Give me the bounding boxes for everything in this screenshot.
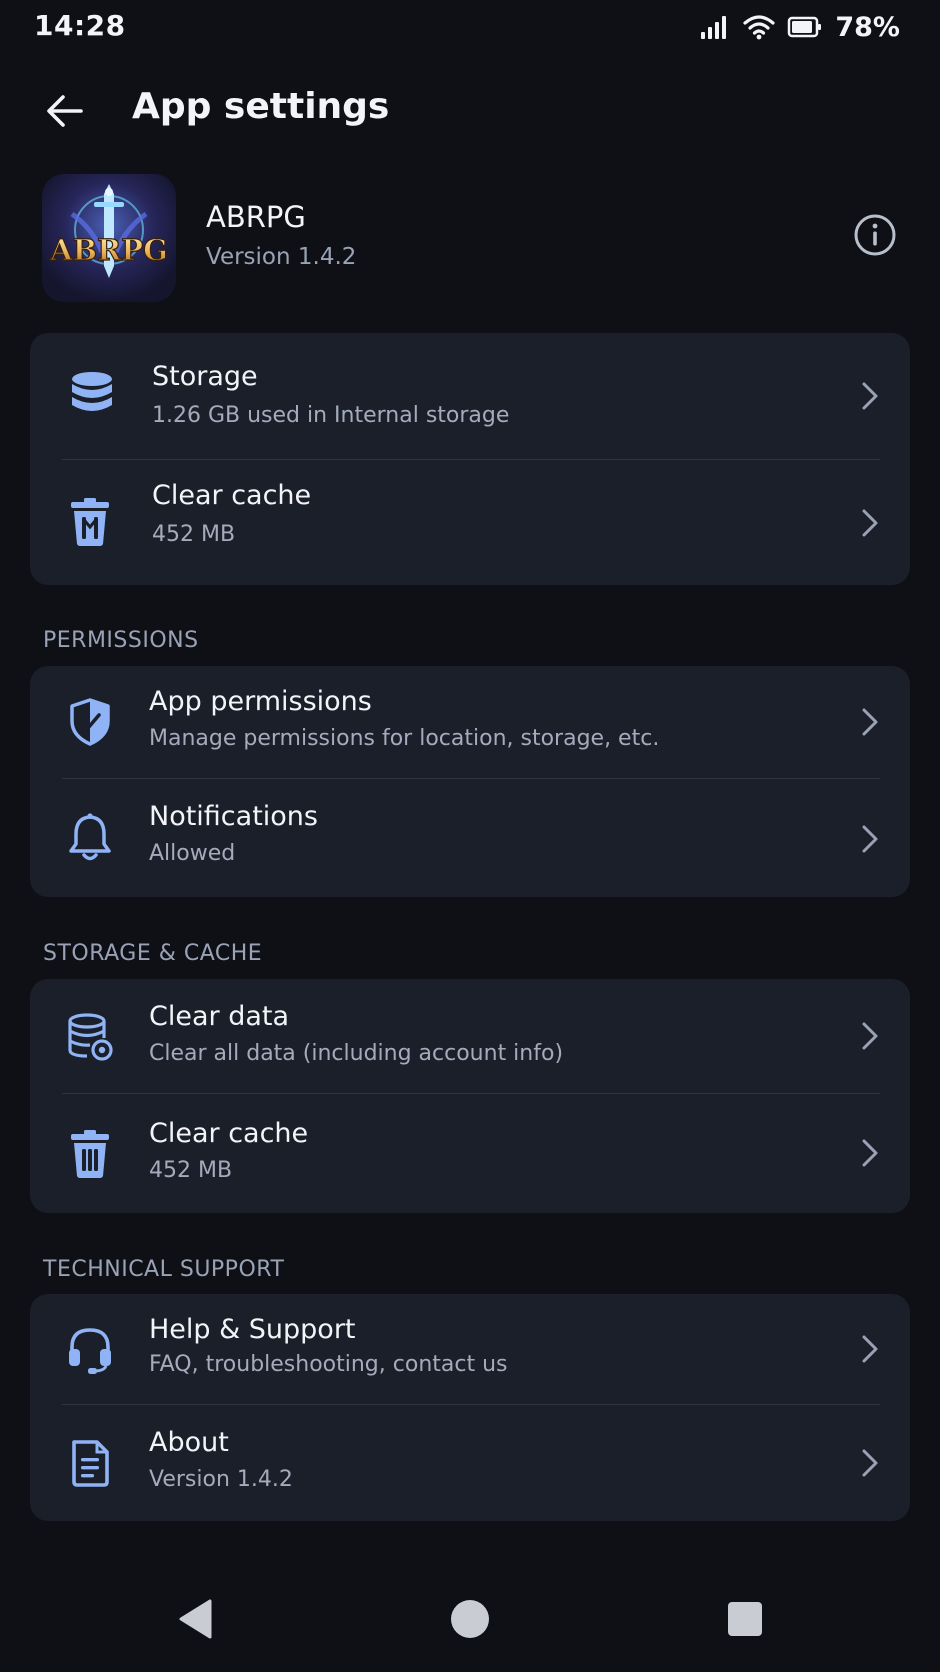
battery-icon — [788, 16, 822, 38]
app-info-header: ABRPG ABRPG Version 1.4.2 — [0, 170, 940, 310]
app-logo: ABRPG — [42, 174, 176, 302]
app-info-button[interactable] — [852, 212, 898, 258]
nav-recents-icon[interactable] — [728, 1602, 762, 1636]
signal-icon — [701, 16, 727, 39]
storage-card: Storage 1.26 GB used in Internal storage… — [30, 333, 910, 585]
app-permissions-title: App permissions — [149, 686, 372, 717]
app-bar: App settings — [0, 70, 940, 150]
page-title: App settings — [132, 86, 390, 127]
storage-subtitle: 1.26 GB used in Internal storage — [152, 403, 510, 428]
clear-data-subtitle: Clear all data (including account info) — [149, 1041, 564, 1066]
clear-cache-row[interactable]: Clear cache 452 MB — [30, 460, 910, 585]
clear-cache-subtitle: 452 MB — [152, 522, 236, 547]
headset-icon — [64, 1324, 116, 1376]
about-row[interactable]: About Version 1.4.2 — [30, 1405, 910, 1521]
clear-cache-subtitle-2: 452 MB — [149, 1158, 233, 1183]
about-title: About — [149, 1427, 229, 1458]
help-support-subtitle: FAQ, troubleshooting, contact us — [149, 1352, 508, 1377]
chevron-right-icon — [862, 382, 878, 410]
info-icon — [854, 214, 896, 256]
bell-icon — [64, 811, 116, 863]
notifications-row[interactable]: Notifications Allowed — [30, 779, 910, 897]
help-support-title: Help & Support — [149, 1314, 356, 1345]
chevron-right-icon — [862, 509, 878, 537]
nav-home-icon[interactable] — [451, 1600, 489, 1638]
arrow-left-icon — [47, 95, 83, 127]
technical-support-card: Help & Support FAQ, troubleshooting, con… — [30, 1294, 910, 1521]
about-subtitle: Version 1.4.2 — [149, 1467, 293, 1492]
help-support-row[interactable]: Help & Support FAQ, troubleshooting, con… — [30, 1294, 910, 1404]
app-name: ABRPG — [206, 200, 306, 234]
battery-percent: 78% — [835, 11, 900, 43]
status-bar: 14:28 78% — [0, 0, 940, 54]
section-label-permissions: PERMISSIONS — [43, 628, 199, 653]
status-icons: 78% — [699, 10, 900, 44]
app-version: Version 1.4.2 — [206, 244, 357, 270]
storage-row[interactable]: Storage 1.26 GB used in Internal storage — [30, 333, 910, 459]
trash-icon — [64, 1128, 116, 1180]
wifi-icon — [743, 15, 775, 40]
notifications-title: Notifications — [149, 801, 318, 832]
app-permissions-subtitle: Manage permissions for location, storage… — [149, 726, 660, 751]
clear-data-title: Clear data — [149, 1001, 290, 1032]
trash-icon — [64, 496, 116, 548]
app-permissions-row[interactable]: App permissions Manage permissions for l… — [30, 666, 910, 778]
section-label-storage-cache: STORAGE & CACHE — [43, 941, 263, 966]
document-icon — [64, 1437, 116, 1489]
back-button[interactable] — [40, 86, 90, 136]
notifications-subtitle: Allowed — [149, 841, 236, 866]
permissions-card: App permissions Manage permissions for l… — [30, 666, 910, 897]
clear-data-row[interactable]: Clear data Clear all data (including acc… — [30, 979, 910, 1093]
chevron-right-icon — [862, 825, 878, 853]
storage-title: Storage — [152, 361, 258, 392]
app-logo-text: ABRPG — [49, 233, 168, 267]
nav-back-icon[interactable] — [178, 1598, 214, 1640]
storage-cache-card: Clear data Clear all data (including acc… — [30, 979, 910, 1213]
database-icon — [66, 369, 118, 421]
status-time: 14:28 — [34, 9, 126, 42]
clear-cache-row-2[interactable]: Clear cache 452 MB — [30, 1094, 910, 1213]
system-nav-bar — [0, 1580, 940, 1660]
chevron-right-icon — [862, 1139, 878, 1167]
chevron-right-icon — [862, 1449, 878, 1477]
chevron-right-icon — [862, 1022, 878, 1050]
chevron-right-icon — [862, 1335, 878, 1363]
database-clear-icon — [64, 1011, 116, 1063]
clear-cache-title: Clear cache — [152, 480, 312, 511]
section-label-technical-support: TECHNICAL SUPPORT — [43, 1257, 285, 1282]
chevron-right-icon — [862, 708, 878, 736]
clear-cache-title-2: Clear cache — [149, 1118, 309, 1149]
shield-icon — [64, 696, 116, 748]
